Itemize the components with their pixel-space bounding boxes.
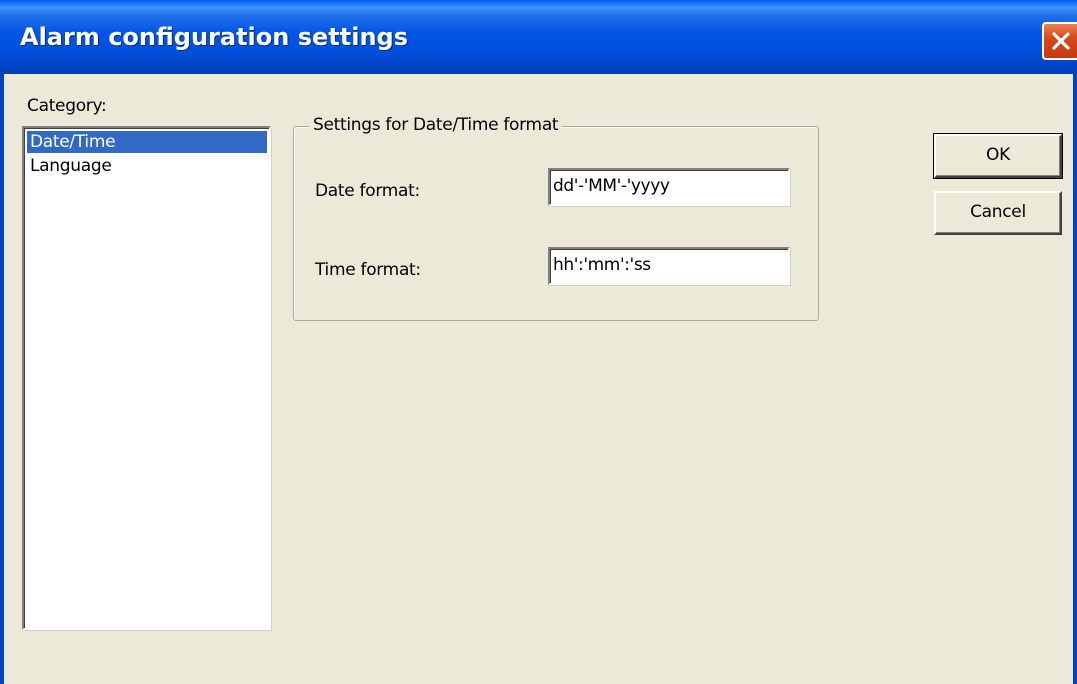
category-label: Category: — [27, 96, 107, 116]
time-format-label: Time format: — [315, 260, 421, 280]
settings-groupbox — [293, 126, 819, 321]
dialog-window: Alarm configuration settings Category: D… — [0, 0, 1077, 684]
close-button[interactable] — [1042, 22, 1077, 60]
cancel-button[interactable]: Cancel — [934, 191, 1062, 235]
list-item-language[interactable]: Language — [27, 155, 267, 177]
time-format-input[interactable]: hh':'mm':'ss — [548, 247, 790, 285]
window-frame-right — [1073, 74, 1077, 684]
settings-group-title: Settings for Date/Time format — [309, 115, 563, 135]
window-title: Alarm configuration settings — [20, 23, 408, 51]
category-list[interactable]: Date/Time Language — [22, 126, 271, 630]
close-icon — [1052, 32, 1070, 50]
date-format-input[interactable]: dd'-'MM'-'yyyy — [548, 168, 790, 206]
title-bar[interactable]: Alarm configuration settings — [0, 0, 1077, 74]
date-format-label: Date format: — [315, 181, 420, 201]
list-item-date-time[interactable]: Date/Time — [27, 131, 267, 153]
ok-button[interactable]: OK — [933, 133, 1063, 179]
